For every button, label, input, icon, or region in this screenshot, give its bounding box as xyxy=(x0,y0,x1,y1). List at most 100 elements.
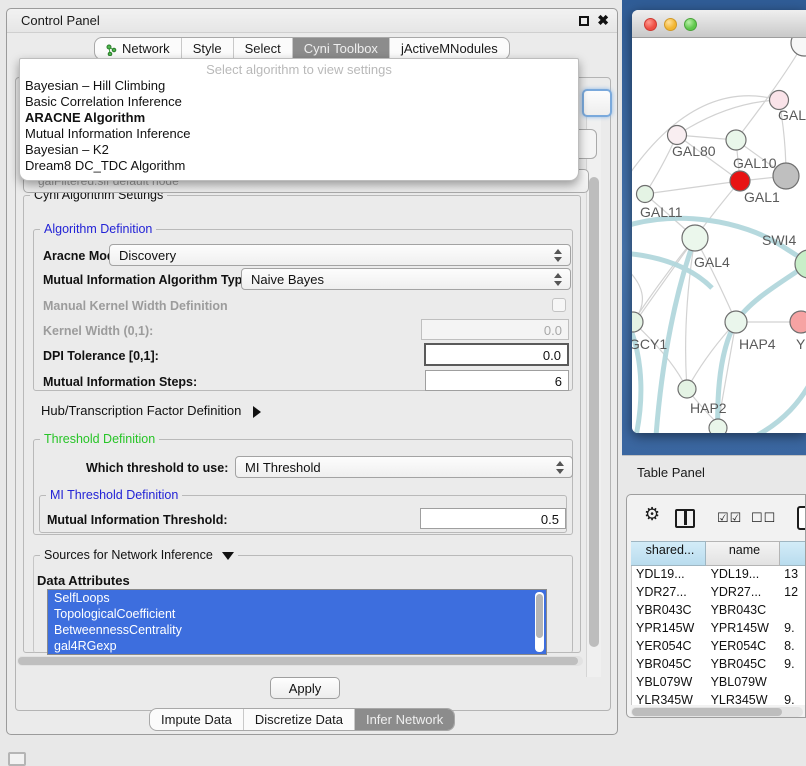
scrollbar-thumb[interactable] xyxy=(632,708,782,716)
document-icon[interactable] xyxy=(797,506,806,530)
scrollbar-thumb[interactable] xyxy=(589,177,599,647)
desktop-background: GAL GAL80 GAL10 GAL1 GAL11 GAL4 SWI4 GCY… xyxy=(622,0,806,455)
sources-toggle[interactable]: Sources for Network Inference xyxy=(40,548,238,562)
column-header-cut[interactable] xyxy=(780,541,806,566)
mi-threshold-label: Mutual Information Threshold: xyxy=(47,513,228,527)
table-row[interactable]: YDL19... YDL19... 13 xyxy=(632,566,806,584)
tab-cyni-toolbox[interactable]: Cyni Toolbox xyxy=(293,38,390,59)
which-threshold-label: Which threshold to use: xyxy=(86,461,228,475)
tab-jactivemnodules[interactable]: jActiveMNodules xyxy=(390,38,509,59)
zoom-traffic-light-icon[interactable] xyxy=(684,18,697,31)
stepper-icon xyxy=(554,249,563,262)
tab-discretize-data[interactable]: Discretize Data xyxy=(244,709,355,730)
tab-impute-data[interactable]: Impute Data xyxy=(150,709,244,730)
kernel-width-field[interactable]: 0.0 xyxy=(421,319,569,340)
node-pink xyxy=(790,311,806,333)
minimize-traffic-light-icon[interactable] xyxy=(664,18,677,31)
cyni-bottom-tabbar: Impute Data Discretize Data Infer Networ… xyxy=(149,708,455,731)
algorithm-option[interactable]: Basic Correlation Inference xyxy=(20,94,578,110)
group-title: Algorithm Definition xyxy=(40,222,156,236)
node-label: SWI4 xyxy=(762,232,796,248)
network-view-window[interactable]: GAL GAL80 GAL10 GAL1 GAL11 GAL4 SWI4 GCY… xyxy=(632,10,806,433)
node-table: shared... name YDL19... YDL19... 13 YDR2… xyxy=(631,541,806,705)
node-label: GAL11 xyxy=(640,204,683,220)
select-all-checkboxes-icon[interactable]: ☑☑ xyxy=(717,510,742,526)
tab-style[interactable]: Style xyxy=(182,38,234,59)
node-label: GAL1 xyxy=(744,189,780,205)
hub-definition-toggle[interactable]: Hub/Transcription Factor Definition xyxy=(41,403,261,418)
algorithm-option-selected[interactable]: ARACNE Algorithm xyxy=(20,110,578,126)
algorithm-option[interactable]: Dream8 DC_TDC Algorithm xyxy=(20,158,578,174)
node-gcy1 xyxy=(632,312,643,332)
list-item[interactable]: BetweennessCentrality xyxy=(48,622,546,638)
node-gal1 xyxy=(730,171,750,191)
scrollbar-thumb[interactable] xyxy=(18,657,578,665)
column-header-shared[interactable]: shared... xyxy=(631,541,706,566)
apply-button[interactable]: Apply xyxy=(270,677,340,699)
gear-icon[interactable]: ⚙ xyxy=(644,504,660,525)
tab-select[interactable]: Select xyxy=(234,38,293,59)
table-panel-body: ⚙ ☑☑ ☐☐ shared... name YDL19... YDL19...… xyxy=(626,494,806,718)
node-label: Y xyxy=(796,336,806,352)
node-label: GAL80 xyxy=(672,143,716,159)
node-label: GAL4 xyxy=(694,254,730,270)
list-item[interactable]: gal4RGexp xyxy=(48,638,546,654)
mi-algorithm-type-combo[interactable]: Naive Bayes xyxy=(241,268,571,290)
group-title: MI Threshold Definition xyxy=(46,488,182,502)
stepper-icon xyxy=(556,461,565,474)
group-title: Threshold Definition xyxy=(40,432,159,446)
network-canvas[interactable]: GAL GAL80 GAL10 GAL1 GAL11 GAL4 SWI4 GCY… xyxy=(632,38,806,433)
table-row[interactable]: YLR345W YLR345W 9. xyxy=(632,692,806,705)
columns-icon[interactable] xyxy=(675,509,695,528)
data-attributes-list[interactable]: SelfLoops TopologicalCoefficient Between… xyxy=(47,589,547,655)
list-item[interactable]: TopologicalCoefficient xyxy=(48,606,546,622)
table-row[interactable]: YER054C YER054C 8. xyxy=(632,638,806,656)
scrollbar-thumb[interactable] xyxy=(536,594,543,638)
tab-network[interactable]: Network xyxy=(95,38,182,59)
node-hap4 xyxy=(725,311,747,333)
tab-infer-network[interactable]: Infer Network xyxy=(355,709,454,730)
column-header-name[interactable]: name xyxy=(706,541,780,566)
node-bottom xyxy=(709,419,727,433)
close-icon[interactable]: ✖ xyxy=(597,12,609,29)
node-label: GAL10 xyxy=(733,155,777,171)
close-traffic-light-icon[interactable] xyxy=(644,18,657,31)
algorithm-option[interactable]: Bayesian – K2 xyxy=(20,142,578,158)
network-window-titlebar[interactable] xyxy=(632,10,806,38)
manual-kernel-checkbox[interactable] xyxy=(552,298,566,312)
algorithm-option[interactable]: Mutual Information Inference xyxy=(20,126,578,142)
table-panel-title: Table Panel xyxy=(637,465,705,480)
settings-horizontal-scrollbar[interactable] xyxy=(17,656,583,666)
table-row[interactable]: YBL079W YBL079W xyxy=(632,674,806,692)
node-gray xyxy=(773,163,799,189)
settings-vertical-scrollbar[interactable] xyxy=(586,105,601,677)
node-label: GAL xyxy=(778,107,806,123)
table-row[interactable]: YBR043C YBR043C xyxy=(632,602,806,620)
aracne-mode-combo[interactable]: Discovery xyxy=(109,244,571,266)
table-body: YDL19... YDL19... 13 YDR27... YDR27... 1… xyxy=(631,566,806,705)
minimized-panel-icon[interactable] xyxy=(8,752,26,766)
table-row[interactable]: YDR27... YDR27... 12 xyxy=(632,584,806,602)
which-threshold-combo[interactable]: MI Threshold xyxy=(235,456,573,478)
stepper-icon xyxy=(554,273,563,286)
expanded-arrow-icon xyxy=(222,552,234,560)
deselect-all-checkboxes-icon[interactable]: ☐☐ xyxy=(751,510,776,526)
mi-steps-field[interactable]: 6 xyxy=(425,370,569,391)
algorithm-dropdown-popup: Select algorithm to view settings Bayesi… xyxy=(19,58,579,181)
node-unlabeled xyxy=(791,38,806,56)
node-gal11 xyxy=(637,186,654,203)
list-item[interactable]: SelfLoops xyxy=(48,590,546,606)
algorithm-option[interactable]: Bayesian – Hill Climbing xyxy=(20,78,578,94)
kernel-width-label: Kernel Width (0,1): xyxy=(43,324,153,338)
dpi-tolerance-label: DPI Tolerance [0,1]: xyxy=(43,349,159,363)
dpi-tolerance-field[interactable]: 0.0 xyxy=(424,343,569,366)
table-row[interactable]: YBR045C YBR045C 9. xyxy=(632,656,806,674)
mi-steps-label: Mutual Information Steps: xyxy=(43,375,197,389)
list-scrollbar[interactable] xyxy=(535,592,544,652)
control-panel-tabbar: Network Style Select Cyni Toolbox jActiv… xyxy=(94,37,510,60)
float-window-icon[interactable] xyxy=(579,16,589,26)
table-horizontal-scrollbar[interactable] xyxy=(631,707,803,717)
mi-threshold-field[interactable]: 0.5 xyxy=(420,508,566,529)
manual-kernel-label: Manual Kernel Width Definition xyxy=(43,299,228,313)
table-row[interactable]: YPR145W YPR145W 9. xyxy=(632,620,806,638)
